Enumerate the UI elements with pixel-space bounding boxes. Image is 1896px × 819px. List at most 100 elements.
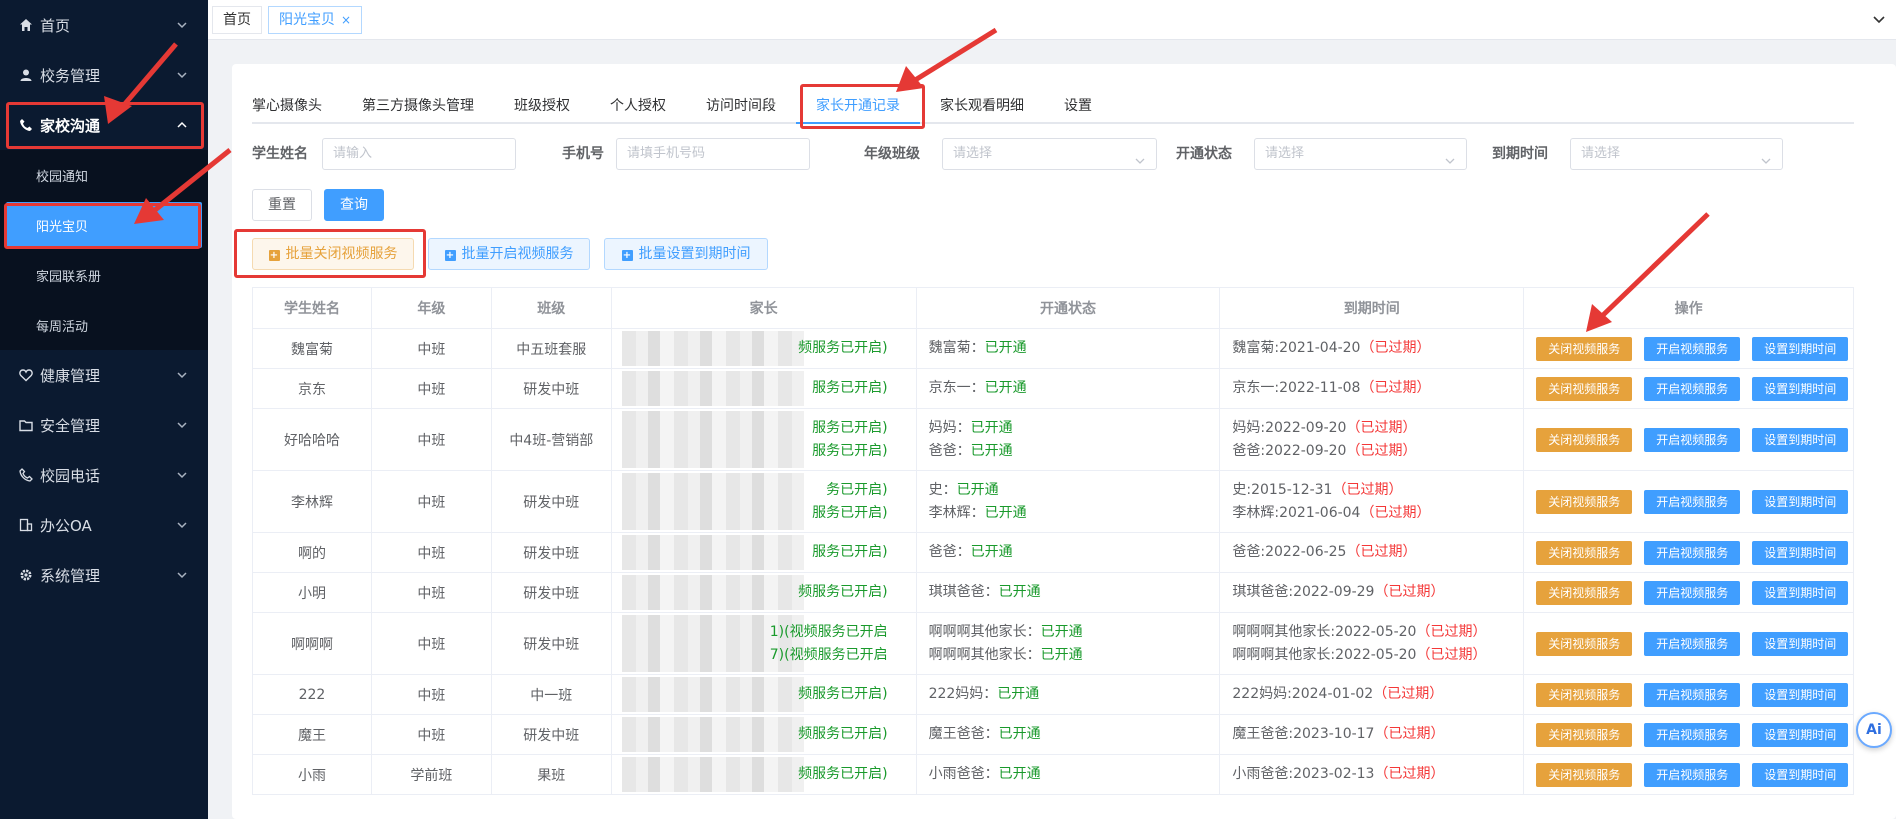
sidebar-item-office-oa[interactable]: 办公OA bbox=[0, 500, 208, 550]
reset-button[interactable]: 重置 bbox=[252, 189, 312, 221]
close-video-button[interactable]: 关闭视频服务 bbox=[1536, 631, 1633, 656]
grade-class-select[interactable]: 请选择 bbox=[942, 138, 1157, 170]
set-expire-button[interactable]: 设置到期时间 bbox=[1752, 631, 1849, 656]
sidebar-item-label: 健康管理 bbox=[40, 366, 101, 385]
top-tab-home[interactable]: 首页 bbox=[212, 5, 262, 34]
close-video-button[interactable]: 关闭视频服务 bbox=[1536, 580, 1633, 605]
parent-line: 频服务已开启) bbox=[798, 340, 888, 356]
records-table: 学生姓名 年级 班级 家长 开通状态 到期时间 操作 魏富菊 中班 中五班套服 频服务… bbox=[252, 287, 1854, 795]
open-video-button[interactable]: 开启视频服务 bbox=[1644, 722, 1741, 747]
set-expire-button[interactable]: 设置到期时间 bbox=[1752, 580, 1849, 605]
grade-cell: 中班 bbox=[372, 613, 492, 674]
set-expire-button[interactable]: 设置到期时间 bbox=[1752, 489, 1849, 514]
close-icon[interactable]: × bbox=[341, 7, 351, 33]
close-video-button[interactable]: 关闭视频服务 bbox=[1536, 722, 1633, 747]
sidebar-item-safety[interactable]: 安全管理 bbox=[0, 400, 208, 450]
status-parent: 爸爸： bbox=[928, 442, 971, 459]
column-header: 年级 bbox=[372, 288, 492, 328]
batch-close-video-button[interactable]: + 批量关闭视频服务 bbox=[252, 238, 414, 270]
student-name-cell: 好哈哈哈 bbox=[253, 409, 372, 470]
set-expire-button[interactable]: 设置到期时间 bbox=[1752, 427, 1849, 452]
close-video-button[interactable]: 关闭视频服务 bbox=[1536, 762, 1633, 787]
open-video-button[interactable]: 开启视频服务 bbox=[1644, 489, 1741, 514]
set-expire-button[interactable]: 设置到期时间 bbox=[1752, 722, 1849, 747]
tab-parent-viewing-details[interactable]: 家长观看明细 bbox=[920, 88, 1044, 124]
sidebar-item-campus-phone[interactable]: 校园电话 bbox=[0, 450, 208, 500]
open-video-button[interactable]: 开启视频服务 bbox=[1644, 580, 1741, 605]
set-expire-button[interactable]: 设置到期时间 bbox=[1752, 762, 1849, 787]
status-line: 啊啊啊其他家长：已开通 bbox=[929, 621, 1083, 644]
class-cell: 果班 bbox=[492, 755, 612, 794]
parent-line: 7)(视频服务已开启 bbox=[769, 646, 888, 663]
status-line: 小雨爸爸：已开通 bbox=[929, 763, 1041, 786]
expire-cell: 啊啊啊其他家长:2022-05-20（已过期） 啊啊啊其他家长:2022-05-2… bbox=[1220, 613, 1525, 674]
chevron-down-icon bbox=[176, 569, 188, 581]
chevron-down-icon[interactable] bbox=[1872, 12, 1886, 30]
table-row: 李林辉 中班 研发中班 务已开启) 服务已开启) 史：已开通 李林辉：已开通 史:2015-1… bbox=[253, 471, 1854, 533]
tab-access-period[interactable]: 访问时间段 bbox=[686, 88, 796, 124]
status-parent: 魏富菊： bbox=[928, 340, 985, 356]
expire-line: 魏富菊:2021-04-20（已过期） bbox=[1232, 337, 1430, 360]
tab-class-auth[interactable]: 班级授权 bbox=[494, 88, 590, 124]
status-value: 已开通 bbox=[956, 481, 999, 498]
sidebar-subitem-sunshine-baby[interactable]: 阳光宝贝 bbox=[6, 202, 202, 248]
close-video-button[interactable]: 关闭视频服务 bbox=[1536, 336, 1633, 361]
close-video-button[interactable]: 关闭视频服务 bbox=[1536, 427, 1633, 452]
open-video-button[interactable]: 开启视频服务 bbox=[1644, 376, 1741, 401]
close-video-button[interactable]: 关闭视频服务 bbox=[1536, 376, 1633, 401]
batch-set-expire-button[interactable]: + 批量设置到期时间 bbox=[604, 238, 768, 270]
grade-cell: 中班 bbox=[372, 715, 492, 754]
status-parent: 史： bbox=[928, 481, 957, 498]
student-name-input[interactable]: 请输入 bbox=[322, 138, 516, 170]
expire-select[interactable]: 请选择 bbox=[1570, 138, 1783, 170]
table-row: 小雨 学前班 果班 频服务已开启) 小雨爸爸：已开通 小雨爸爸:2023-02-13（已过… bbox=[253, 755, 1854, 795]
status-select[interactable]: 请选择 bbox=[1254, 138, 1467, 170]
open-video-button[interactable]: 开启视频服务 bbox=[1644, 682, 1741, 707]
open-video-button[interactable]: 开启视频服务 bbox=[1644, 540, 1741, 565]
sidebar-item-home[interactable]: 首页 bbox=[0, 0, 208, 50]
open-video-button[interactable]: 开启视频服务 bbox=[1644, 631, 1741, 656]
sidebar-subitem-weekly-activity[interactable]: 每周活动 bbox=[0, 300, 208, 350]
expire-date: 222妈妈:2024-01-02 bbox=[1232, 686, 1374, 702]
sidebar-item-system[interactable]: 系统管理 bbox=[0, 550, 208, 600]
phone-input[interactable]: 请填手机号码 bbox=[616, 138, 810, 170]
tab-palm-camera[interactable]: 掌心摄像头 bbox=[252, 88, 342, 124]
open-video-button[interactable]: 开启视频服务 bbox=[1644, 336, 1741, 361]
sidebar-item-school-affairs[interactable]: 校务管理 bbox=[0, 50, 208, 100]
expire-line: 爸爸:2022-06-25（已过期） bbox=[1232, 541, 1416, 564]
batch-open-video-button[interactable]: + 批量开启视频服务 bbox=[428, 238, 590, 270]
close-video-button[interactable]: 关闭视频服务 bbox=[1536, 489, 1633, 514]
grade-class-label: 年级班级 bbox=[864, 146, 920, 162]
grade-cell: 学前班 bbox=[372, 755, 492, 794]
expire-date: 妈妈:2022-09-20 bbox=[1232, 419, 1347, 436]
set-expire-button[interactable]: 设置到期时间 bbox=[1752, 540, 1849, 565]
table-body: 魏富菊 中班 中五班套服 频服务已开启) 魏富菊：已开通 魏富菊:2021-04-20（已… bbox=[253, 329, 1854, 795]
sidebar-item-home-school-communication[interactable]: 家校沟通 bbox=[0, 100, 208, 150]
tab-personal-auth[interactable]: 个人授权 bbox=[590, 88, 686, 124]
open-video-button[interactable]: 开启视频服务 bbox=[1644, 762, 1741, 787]
parent-cell: 服务已开启) 服务已开启) bbox=[612, 409, 917, 470]
column-header: 学生姓名 bbox=[253, 288, 372, 328]
tab-settings[interactable]: 设置 bbox=[1044, 88, 1112, 124]
chevron-down-icon bbox=[1760, 149, 1772, 179]
expired-badge: （已过期） bbox=[1332, 481, 1403, 498]
top-tab-sunshine-baby[interactable]: 阳光宝贝 × bbox=[268, 5, 363, 34]
sidebar-subitem-campus-notice[interactable]: 校园通知 bbox=[0, 150, 208, 200]
parent-line: 服务已开启) bbox=[812, 544, 888, 560]
status-parent: 小雨爸爸： bbox=[928, 766, 999, 782]
status-parent: 京东一： bbox=[928, 380, 985, 396]
tab-parent-open-records[interactable]: 家长开通记录 bbox=[796, 88, 920, 124]
set-expire-button[interactable]: 设置到期时间 bbox=[1752, 336, 1849, 361]
ai-assistant-button[interactable]: Ai bbox=[1856, 712, 1892, 748]
close-video-button[interactable]: 关闭视频服务 bbox=[1536, 540, 1633, 565]
query-button[interactable]: 查询 bbox=[324, 189, 384, 221]
tab-third-party-camera[interactable]: 第三方摄像头管理 bbox=[342, 88, 494, 124]
expired-badge: （已过期） bbox=[1346, 544, 1417, 560]
close-video-button[interactable]: 关闭视频服务 bbox=[1536, 682, 1633, 707]
open-video-button[interactable]: 开启视频服务 bbox=[1644, 427, 1741, 452]
sidebar-subitem-contact-book[interactable]: 家园联系册 bbox=[0, 250, 208, 300]
parent-cell: 1)(视频服务已开启 7)(视频服务已开启 bbox=[612, 613, 917, 674]
sidebar-item-health[interactable]: 健康管理 bbox=[0, 350, 208, 400]
set-expire-button[interactable]: 设置到期时间 bbox=[1752, 682, 1849, 707]
set-expire-button[interactable]: 设置到期时间 bbox=[1752, 376, 1849, 401]
